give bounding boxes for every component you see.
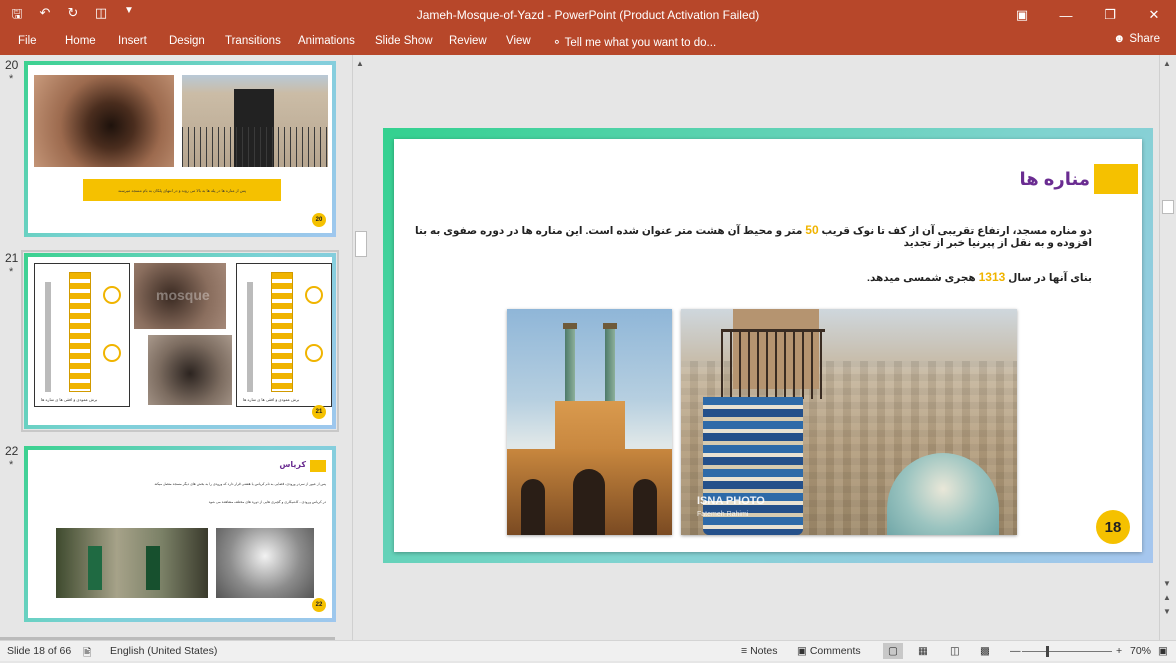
tab-review[interactable]: Review <box>449 35 487 47</box>
thumbnail-star: * <box>9 73 14 85</box>
reading-view-icon[interactable]: ◫ <box>950 645 960 657</box>
scroll-thumb[interactable] <box>355 231 367 257</box>
zoom-level[interactable]: 70% <box>1130 645 1151 657</box>
share-button[interactable]: ☻ Share <box>1113 33 1160 45</box>
photo-author: Fatemeh Rahimi <box>697 511 749 518</box>
slide-number-badge: 21 <box>312 405 326 419</box>
text-strip: پس از مناره ها در پله ها به بالا می روند… <box>83 179 281 201</box>
thumbnail-star: * <box>9 266 14 278</box>
spiral-stair-image <box>34 75 174 167</box>
minimize-icon[interactable]: — <box>1044 0 1088 30</box>
tab-animations[interactable]: Animations <box>298 35 355 47</box>
thumbnail-star: * <box>9 459 14 471</box>
comment-icon: ▣ <box>797 645 807 657</box>
person-icon: ☻ <box>1113 33 1126 45</box>
thumbnail-number: 20 <box>5 58 19 72</box>
tab-design[interactable]: Design <box>169 35 205 47</box>
minaret-city-photo[interactable]: ISNA PHOTO Fatemeh Rahimi <box>681 309 1017 535</box>
slide-body-line1[interactable]: دو مناره مسجد، ارتفاع تقریبی آن از کف تا… <box>412 223 1092 249</box>
thumb-text-line1: پس از عبور از سردر ورودی، فضایی به نام ک… <box>154 482 326 486</box>
minaret-section-drawing-left: برش عمودی و افقی ها ی مناره ها <box>34 263 130 407</box>
scroll-up-icon[interactable]: ▲ <box>1163 59 1171 68</box>
language-status[interactable]: English (United States) <box>110 645 217 657</box>
highlight-year: 1313 <box>978 270 1006 284</box>
vault-image <box>216 528 314 598</box>
slide-number-badge: 20 <box>312 213 326 227</box>
thumbnail-scrollbar[interactable]: ▲ <box>352 55 369 640</box>
slide-number-badge: 18 <box>1096 510 1130 544</box>
thumbnail-number: 22 <box>5 444 19 458</box>
tab-view[interactable]: View <box>506 35 531 47</box>
scroll-up-icon[interactable]: ▲ <box>356 59 364 68</box>
normal-view-icon[interactable]: ▢ <box>883 643 903 659</box>
zoom-in-icon[interactable]: + <box>1116 645 1122 657</box>
notes-button[interactable]: ≡ Notes <box>741 645 778 657</box>
stair-photo-bottom <box>148 335 232 405</box>
thumb-title: کریاس <box>279 460 306 469</box>
tell-me-box[interactable]: ⚬ Tell me what you want to do... <box>552 35 716 49</box>
minaret-door-image <box>182 75 328 167</box>
slide-canvas[interactable]: مناره ها دو مناره مسجد، ارتفاع تقریبی آن… <box>394 139 1142 552</box>
thumb-title-box <box>310 460 326 472</box>
tab-file[interactable]: File <box>18 35 37 47</box>
ribbon-tabs: File Home Insert Design Transitions Anim… <box>0 30 1176 55</box>
tab-slide-show[interactable]: Slide Show <box>375 35 433 47</box>
thumbnail-number: 21 <box>5 251 19 265</box>
scroll-down-icon[interactable]: ▼ <box>1163 579 1171 588</box>
comments-button[interactable]: ▣ Comments <box>797 645 861 657</box>
thumbnail-pane[interactable]: 20 * پس از مناره ها در پله ها به بالا می… <box>0 55 352 640</box>
corridor-image <box>56 528 208 598</box>
window-controls: ▣ — ❐ ✕ <box>1000 0 1176 30</box>
zoom-out-icon[interactable]: — <box>1010 645 1021 657</box>
stair-photo-top: mosque <box>134 263 226 329</box>
highlight-number: 50 <box>805 223 819 237</box>
thumbnail-slide-20[interactable]: پس از مناره ها در پله ها به بالا می روند… <box>24 61 336 237</box>
fit-to-window-icon[interactable]: ▣ <box>1158 645 1168 657</box>
work-area: 20 * پس از مناره ها در پله ها به بالا می… <box>0 55 1176 640</box>
slide-sorter-icon[interactable]: ▦ <box>918 645 928 657</box>
slide-frame: مناره ها دو مناره مسجد، ارتفاع تقریبی آن… <box>383 128 1153 563</box>
previous-slide-icon[interactable]: ▲ <box>1163 593 1171 602</box>
maximize-icon[interactable]: ❐ <box>1088 0 1132 30</box>
slide-body-line2[interactable]: بنای آنها در سال 1313 هجری شمسی میدهد. <box>412 270 1092 284</box>
minaret-section-drawing-right: برش عمودی و افقی ها ی مناره ها <box>236 263 332 407</box>
thumbnail-slide-21[interactable]: برش عمودی و افقی ها ی مناره ها mosque بر… <box>21 250 339 432</box>
editor-scrollbar[interactable]: ▲ ▼ ▲ ▼ <box>1159 55 1176 640</box>
thumbnail-slide-22[interactable]: کریاس پس از عبور از سردر ورودی، فضایی به… <box>24 446 336 622</box>
thumb-text-line2: در کریاس ورودی ، کاشیکاری و گچبری هایی ا… <box>208 500 326 504</box>
spelling-icon[interactable]: 🖹 <box>83 645 91 663</box>
slideshow-view-icon[interactable]: ▩ <box>980 645 990 657</box>
ribbon-display-icon[interactable]: ▣ <box>1000 0 1044 30</box>
status-bar: Slide 18 of 66 🖹 English (United States)… <box>0 640 1176 661</box>
next-slide-icon[interactable]: ▼ <box>1163 607 1171 616</box>
notes-icon: ≡ <box>741 645 748 657</box>
slide-number-badge: 22 <box>312 598 326 612</box>
title-accent-box <box>1094 164 1138 194</box>
title-bar: 🖫 ↶ ↻ ◫ ▼ Jameh-Mosque-of-Yazd - PowerPo… <box>0 0 1176 30</box>
tab-insert[interactable]: Insert <box>118 35 147 47</box>
scroll-thumb[interactable] <box>1162 200 1174 214</box>
photo-credit: ISNA PHOTO <box>697 495 765 507</box>
slide-info: Slide 18 of 66 <box>7 645 72 657</box>
tab-home[interactable]: Home <box>65 35 96 47</box>
slide-title[interactable]: مناره ها <box>1020 169 1090 190</box>
slide-editor: مناره ها دو مناره مسجد، ارتفاع تقریبی آن… <box>370 55 1158 640</box>
zoom-slider-handle[interactable] <box>1046 646 1049 657</box>
zoom-slider[interactable] <box>1022 646 1112 657</box>
close-icon[interactable]: ✕ <box>1132 0 1176 30</box>
tab-transitions[interactable]: Transitions <box>225 35 281 47</box>
lightbulb-icon: ⚬ <box>552 37 562 49</box>
mosque-facade-photo[interactable] <box>507 309 672 535</box>
tell-me-label: Tell me what you want to do... <box>564 37 717 49</box>
share-label: Share <box>1129 33 1160 45</box>
